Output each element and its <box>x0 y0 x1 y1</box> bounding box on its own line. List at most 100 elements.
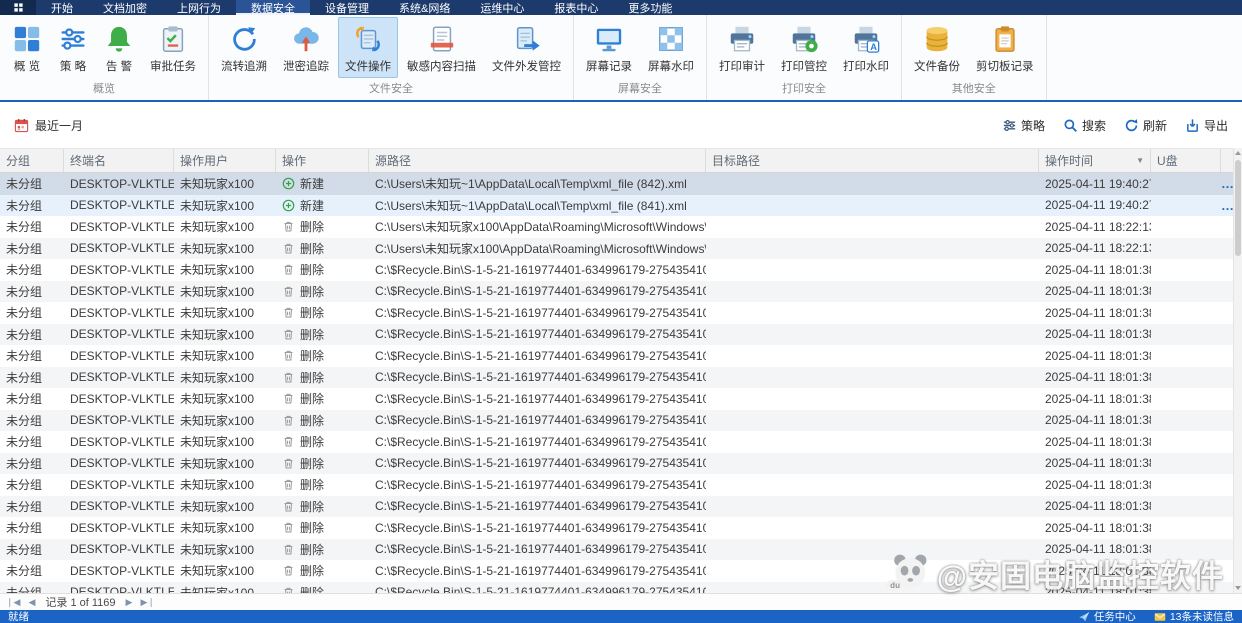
vertical-scrollbar[interactable] <box>1233 148 1242 593</box>
cell-src: C:\$Recycle.Bin\S-1-5-21-1619774401-6349… <box>375 413 706 428</box>
cell-terminal: DESKTOP-VLKTLE1 <box>70 499 174 514</box>
column-header-src[interactable]: 源路径 <box>369 149 706 172</box>
menu-item-1[interactable]: 文档加密 <box>88 0 162 15</box>
ribbon-button-print-control[interactable]: 打印管控 <box>774 17 834 78</box>
cell-src: C:\$Recycle.Bin\S-1-5-21-1619774401-6349… <box>375 305 706 320</box>
ribbon-button-file-backup[interactable]: 文件备份 <box>907 17 967 78</box>
toolbar-action-label: 刷新 <box>1142 118 1167 133</box>
menu-item-5[interactable]: 系统&网络 <box>384 0 465 15</box>
nav-prev-button[interactable]: ◀ <box>26 597 37 607</box>
cell-group: 未分组 <box>6 370 43 385</box>
ribbon-button-screen-record[interactable]: 屏幕记录 <box>579 17 639 78</box>
table-row-7[interactable]: 未分组 DESKTOP-VLKTLE1 未知玩家x100 删除 C:\$Recycle.… <box>0 323 1242 345</box>
cell-terminal: DESKTOP-VLKTLE1 <box>70 456 174 471</box>
menu-item-0[interactable]: 开始 <box>36 0 88 15</box>
ribbon-button-outgoing-control[interactable]: 文件外发管控 <box>485 17 568 78</box>
table-row-5[interactable]: 未分组 DESKTOP-VLKTLE1 未知玩家x100 删除 C:\$Recycle.… <box>0 280 1242 302</box>
table-row-11[interactable]: 未分组 DESKTOP-VLKTLE1 未知玩家x100 删除 C:\$Recycle.… <box>0 409 1242 432</box>
cell-usb <box>1151 367 1221 389</box>
scrollbar-thumb[interactable] <box>1235 160 1241 256</box>
table-row-4[interactable]: 未分组 DESKTOP-VLKTLE1 未知玩家x100 删除 C:\$Recycle.… <box>0 259 1242 281</box>
menu-item-8[interactable]: 更多功能 <box>613 0 687 15</box>
sort-filter-icon[interactable]: ▼ <box>1132 156 1144 165</box>
app-menu-button[interactable] <box>0 0 36 15</box>
cell-dst <box>706 474 1039 496</box>
cell-terminal: DESKTOP-VLKTLE1 <box>70 434 174 449</box>
ribbon-button-leak-cloud[interactable]: 泄密追踪 <box>276 17 336 78</box>
ribbon-button-screen-watermark[interactable]: 屏幕水印 <box>641 17 701 78</box>
cell-user: 未知玩家x100 <box>180 241 255 256</box>
column-header-dst[interactable]: 目标路径 <box>706 149 1039 172</box>
ribbon-button-label: 概 览 <box>13 61 41 73</box>
op-delete-icon <box>282 392 295 405</box>
nav-first-button[interactable]: ❘◀ <box>4 597 22 607</box>
column-header-user[interactable]: 操作用户 <box>174 149 276 172</box>
column-header-terminal[interactable]: 终端名 <box>64 149 174 172</box>
ribbon-button-trace-cycle[interactable]: 流转追溯 <box>214 17 274 78</box>
ribbon-button-print-audit[interactable]: 打印审计 <box>712 17 772 78</box>
ribbon-button-clipboard-record[interactable]: 剪切板记录 <box>969 17 1041 78</box>
toolbar-action-export[interactable]: 导出 <box>1185 117 1228 134</box>
table-row-14[interactable]: 未分组 DESKTOP-VLKTLE1 未知玩家x100 删除 C:\$Recycle.… <box>0 474 1242 496</box>
cell-user: 未知玩家x100 <box>180 499 255 514</box>
table-row-1[interactable]: 未分组 DESKTOP-VLKTLE1 未知玩家x100 新建 C:\Users\未知玩… <box>0 194 1242 216</box>
menu-item-4[interactable]: 设备管理 <box>310 0 384 15</box>
ribbon-button-alert-bell[interactable]: 告 警 <box>97 17 141 78</box>
cell-time: 2025-04-11 18:01:38 <box>1045 585 1151 593</box>
cell-user: 未知玩家x100 <box>180 435 255 450</box>
date-range-filter[interactable]: 最近一月 <box>14 117 83 134</box>
table-row-16[interactable]: 未分组 DESKTOP-VLKTLE1 未知玩家x100 删除 C:\$Recycle.… <box>0 517 1242 539</box>
toolbar-action-refresh[interactable]: 刷新 <box>1124 117 1167 134</box>
column-header-usb[interactable]: U盘 <box>1151 149 1221 172</box>
menu-item-3[interactable]: 数据安全 <box>236 0 310 15</box>
ribbon-button-policy-sliders[interactable]: 策 略 <box>51 17 95 78</box>
table-row-2[interactable]: 未分组 DESKTOP-VLKTLE1 未知玩家x100 删除 C:\Users\未知玩… <box>0 216 1242 238</box>
nav-last-button[interactable]: ▶❘ <box>138 597 156 607</box>
table-row-0[interactable]: 未分组 DESKTOP-VLKTLE1 未知玩家x100 新建 C:\Users\未知玩… <box>0 173 1242 195</box>
ribbon-button-overview-grid[interactable]: 概 览 <box>5 17 49 78</box>
scrollbar-down-button[interactable] <box>1234 583 1242 593</box>
cell-dst <box>706 431 1039 453</box>
table-row-8[interactable]: 未分组 DESKTOP-VLKTLE1 未知玩家x100 删除 C:\$Recycle.… <box>0 345 1242 367</box>
table-row-18[interactable]: 未分组 DESKTOP-VLKTLE1 未知玩家x100 删除 C:\$Recycle.… <box>0 560 1242 582</box>
cell-time: 2025-04-11 19:40:27 <box>1045 198 1151 213</box>
toolbar-action-policy-small[interactable]: 策略 <box>1002 117 1045 134</box>
cell-usb <box>1151 410 1221 432</box>
column-header-op[interactable]: 操作 <box>276 149 369 172</box>
table-row-13[interactable]: 未分组 DESKTOP-VLKTLE1 未知玩家x100 删除 C:\$Recycle.… <box>0 452 1242 475</box>
column-header-time[interactable]: 操作时间 ▼ <box>1039 149 1151 172</box>
task-center-button[interactable]: 任务中心 <box>1078 609 1136 623</box>
table-row-19[interactable]: 未分组 DESKTOP-VLKTLE1 未知玩家x100 删除 C:\$Recycle.… <box>0 581 1242 593</box>
ribbon-button-print-watermark[interactable]: A 打印水印 <box>836 17 896 78</box>
menu-item-7[interactable]: 报表中心 <box>539 0 613 15</box>
unread-messages-button[interactable]: 13条未读信息 <box>1154 609 1234 623</box>
table-row-15[interactable]: 未分组 DESKTOP-VLKTLE1 未知玩家x100 删除 C:\$Recycle.… <box>0 495 1242 517</box>
cell-group: 未分组 <box>6 499 43 514</box>
cell-op: 新建 <box>276 173 369 195</box>
cell-op: 删除 <box>276 453 369 475</box>
table-row-3[interactable]: 未分组 DESKTOP-VLKTLE1 未知玩家x100 删除 C:\Users\未知玩… <box>0 237 1242 260</box>
cell-time: 2025-04-11 18:01:38 <box>1045 542 1151 557</box>
menu-item-2[interactable]: 上网行为 <box>162 0 236 15</box>
table-row-12[interactable]: 未分组 DESKTOP-VLKTLE1 未知玩家x100 删除 C:\$Recycle.… <box>0 431 1242 453</box>
table-row-9[interactable]: 未分组 DESKTOP-VLKTLE1 未知玩家x100 删除 C:\$Recycle.… <box>0 366 1242 389</box>
cell-op: 删除 <box>276 302 369 324</box>
table-row-10[interactable]: 未分组 DESKTOP-VLKTLE1 未知玩家x100 删除 C:\$Recycle.… <box>0 388 1242 410</box>
cell-user: 未知玩家x100 <box>180 306 255 321</box>
scrollbar-up-button[interactable] <box>1234 148 1242 158</box>
cell-src: C:\$Recycle.Bin\S-1-5-21-1619774401-6349… <box>375 370 706 385</box>
cell-src: C:\$Recycle.Bin\S-1-5-21-1619774401-6349… <box>375 284 706 299</box>
column-header-group[interactable]: 分组 <box>0 149 64 172</box>
menu-item-6[interactable]: 运维中心 <box>465 0 539 15</box>
ribbon-button-file-operation[interactable]: 文件操作 <box>338 17 398 78</box>
toolbar-action-search[interactable]: 搜索 <box>1063 117 1106 134</box>
ribbon-button-approval-clipboard[interactable]: 审批任务 <box>143 17 203 78</box>
cell-op: 删除 <box>276 238 369 260</box>
cell-usb <box>1151 474 1221 496</box>
cell-terminal: DESKTOP-VLKTLE1 <box>70 305 174 320</box>
table-row-17[interactable]: 未分组 DESKTOP-VLKTLE1 未知玩家x100 删除 C:\$Recycle.… <box>0 538 1242 560</box>
table-row-6[interactable]: 未分组 DESKTOP-VLKTLE1 未知玩家x100 删除 C:\$Recycle.… <box>0 302 1242 324</box>
cell-time: 2025-04-11 18:01:38 <box>1045 305 1151 320</box>
ribbon-button-sensitive-scan[interactable]: 敏感内容扫描 <box>400 17 483 78</box>
nav-next-button[interactable]: ▶ <box>124 597 135 607</box>
